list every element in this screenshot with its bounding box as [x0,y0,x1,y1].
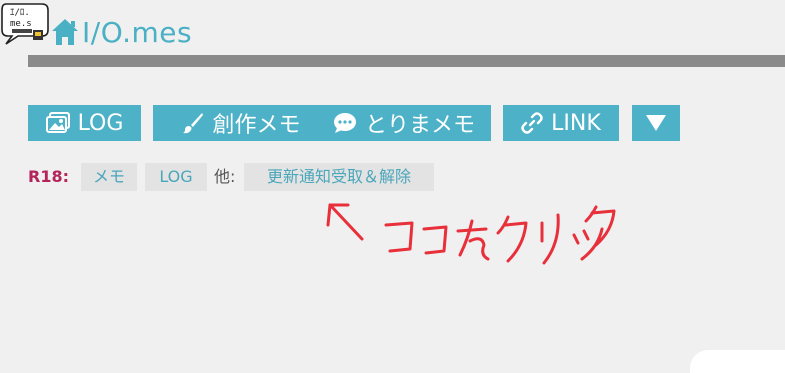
nav-torima-memo-button[interactable]: とりまメモ [317,105,491,141]
nav-creative-memo-label: 創作メモ [212,113,301,138]
image-icon [45,112,70,133]
r18-memo-tag[interactable]: メモ [81,163,137,191]
r18-log-tag[interactable]: LOG [145,163,207,191]
nav-more-button[interactable] [632,105,680,141]
home-icon[interactable] [50,17,80,47]
r18-label: R18: [28,167,69,186]
nav-link-button[interactable]: LINK [503,105,619,141]
brush-icon [183,113,204,134]
link-icon [521,112,543,134]
nav-link-label: LINK [551,110,601,136]
site-title[interactable]: I/O.mes [82,16,192,50]
site-logo[interactable]: ｴ/ﾛ. me.s [0,0,50,46]
corner-panel [690,350,785,373]
speech-bubble-icon [333,113,356,133]
click-here-annotation [326,203,616,265]
nav-creative-memo-button[interactable]: 創作メモ [153,105,330,141]
nav-torima-memo-label: とりまメモ [364,113,475,138]
notify-subscribe-link[interactable]: 更新通知受取＆解除 [244,163,434,191]
svg-text:ｴ/ﾛ.: ｴ/ﾛ. [10,8,30,18]
page: ｴ/ﾛ. me.s I/O.mes LOG 創作メモ とりまメモ LINK R1… [0,0,785,373]
other-label: 他: [214,167,236,186]
nav-log-button[interactable]: LOG [28,105,141,141]
header-divider [28,55,785,67]
svg-text:me.s: me.s [10,19,32,29]
nav-log-label: LOG [77,110,124,136]
triangle-down-icon [646,115,666,131]
